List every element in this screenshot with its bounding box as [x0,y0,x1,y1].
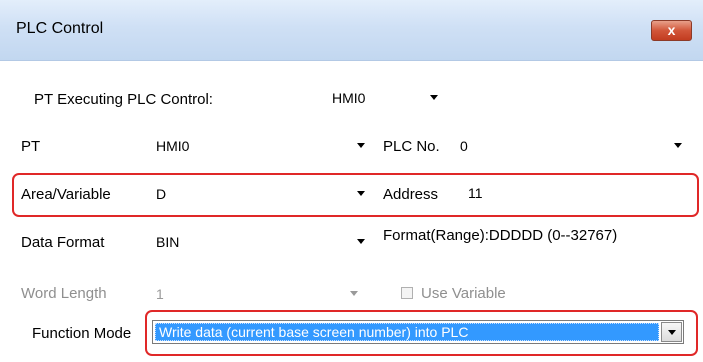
title-bar: PLC Control x [0,0,703,61]
highlight-function-mode [145,310,698,356]
word-length-combo[interactable]: 1 [152,279,376,307]
format-range-text: Format(Range):DDDDD (0--32767) [383,227,618,244]
plc-control-dialog: PLC Control x PT Executing PLC Control: … [0,0,703,362]
close-button[interactable]: x [651,20,692,41]
use-variable-label: Use Variable [421,285,506,302]
chevron-down-icon [357,239,365,244]
chevron-down-icon [674,143,682,148]
function-mode-label: Function Mode [32,325,132,342]
plc-no-value: 0 [460,138,468,154]
data-format-combo[interactable]: BIN [152,227,376,255]
chevron-down-icon [350,291,358,296]
pt-executing-value: HMI0 [332,90,366,106]
plc-no-combo[interactable]: 0 [456,131,692,159]
window-title: PLC Control [16,20,104,37]
use-variable-checkbox[interactable] [401,287,413,299]
pt-label: PT [21,138,41,155]
word-length-value: 1 [156,286,164,302]
highlight-area-address [12,173,699,217]
pt-combo[interactable]: HMI0 [152,131,376,159]
data-format-label: Data Format [21,234,105,251]
chevron-down-icon [357,143,365,148]
plc-no-label: PLC No. [383,138,440,155]
chevron-down-icon [430,95,438,100]
word-length-label: Word Length [21,285,107,302]
data-format-value: BIN [156,234,180,250]
close-icon: x [667,22,676,38]
pt-executing-combo[interactable]: HMI0 [328,83,450,111]
pt-executing-label: PT Executing PLC Control: [34,91,213,108]
pt-value: HMI0 [156,138,190,154]
